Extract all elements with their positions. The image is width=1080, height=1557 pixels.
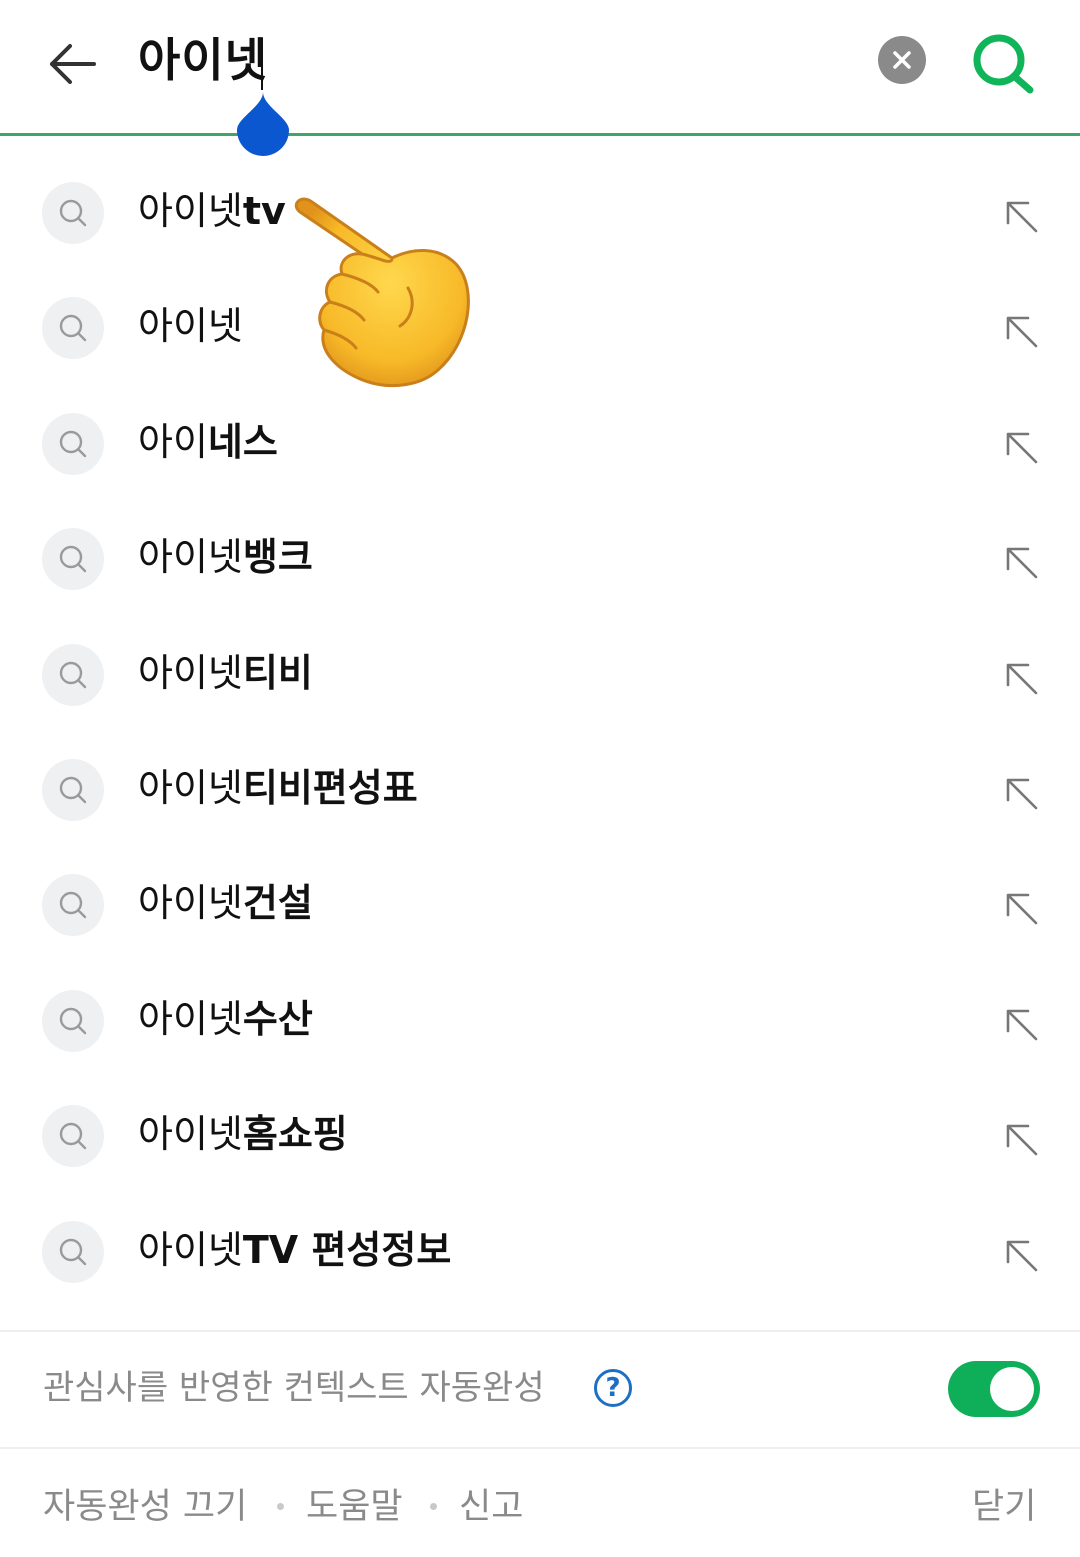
suggestion-label: 아이넷TV 편성정보 <box>138 1227 452 1272</box>
arrow-up-left-icon <box>1006 1009 1038 1041</box>
suggestion-label: 아이넷홈쇼핑 <box>138 1112 348 1157</box>
search-icon <box>42 1105 104 1168</box>
separator-dot <box>430 1503 437 1510</box>
arrow-left-icon <box>50 44 96 84</box>
search-submit-button[interactable] <box>970 30 1036 96</box>
toggle-knob <box>990 1367 1034 1411</box>
suggestion-label: 아이넷수산 <box>138 996 313 1041</box>
suggestion-item[interactable]: 아이넷수산 <box>0 963 1080 1078</box>
suggestion-item[interactable]: 아이넷 <box>0 270 1080 385</box>
clear-button[interactable] <box>878 36 926 84</box>
separator-dot <box>277 1503 284 1510</box>
arrow-up-left-icon <box>1006 663 1038 694</box>
fill-query-button[interactable] <box>996 306 1046 356</box>
fill-query-button[interactable] <box>996 768 1046 818</box>
fill-query-button[interactable] <box>996 537 1046 587</box>
search-icon <box>973 34 1034 94</box>
context-autocomplete-toggle[interactable] <box>948 1361 1040 1417</box>
suggestion-item[interactable]: 아이넷tv <box>0 155 1080 270</box>
search-input[interactable]: 아이넷 <box>138 28 268 92</box>
arrow-up-left-icon <box>1006 1124 1038 1156</box>
arrow-up-left-icon <box>1006 778 1038 810</box>
suggestion-item[interactable]: 아이넷건설 <box>0 847 1080 962</box>
context-autocomplete-row: 관심사를 반영한 컨텍스트 자동완성 ? <box>0 1332 1080 1448</box>
help-icon[interactable]: ? <box>594 1369 632 1407</box>
fill-query-button[interactable] <box>996 422 1046 472</box>
footer: 자동완성 끄기 도움말 신고 닫기 <box>0 1449 1080 1557</box>
suggestion-label: 아이네스 <box>138 419 278 464</box>
fill-query-button[interactable] <box>996 1230 1046 1280</box>
suggestion-label: 아이넷뱅크 <box>138 535 313 580</box>
context-autocomplete-label: 관심사를 반영한 컨텍스트 자동완성 <box>43 1368 545 1408</box>
back-button[interactable] <box>44 36 100 92</box>
suggestion-label: 아이넷티비 <box>138 650 313 695</box>
report-link[interactable]: 신고 <box>459 1481 523 1533</box>
search-icon <box>42 528 104 591</box>
search-icon <box>42 874 104 937</box>
suggestion-item[interactable]: 아이네스 <box>0 386 1080 501</box>
suggestion-item[interactable]: 아이넷TV 편성정보 <box>0 1194 1080 1309</box>
search-icon <box>42 182 104 244</box>
search-icon <box>42 989 104 1052</box>
search-icon <box>42 758 104 821</box>
search-icon <box>42 643 104 706</box>
search-icon <box>42 412 104 475</box>
fill-query-button[interactable] <box>996 191 1046 241</box>
close-link[interactable]: 닫기 <box>972 1481 1036 1533</box>
autocomplete-off-link[interactable]: 자동완성 끄기 <box>43 1481 247 1533</box>
arrow-up-left-icon <box>1006 317 1038 348</box>
search-icon <box>42 297 104 360</box>
text-cursor <box>261 38 263 90</box>
suggestion-item[interactable]: 아이넷뱅크 <box>0 501 1080 616</box>
suggestion-item[interactable]: 아이넷티비 <box>0 617 1080 732</box>
cursor-handle-icon[interactable] <box>235 92 291 156</box>
fill-query-button[interactable] <box>996 1114 1046 1164</box>
suggestion-label: 아이넷 <box>138 304 243 349</box>
arrow-up-left-icon <box>1006 1240 1038 1271</box>
suggestion-label: 아이넷건설 <box>138 881 313 926</box>
arrow-up-left-icon <box>1006 201 1038 233</box>
close-icon <box>893 51 911 69</box>
arrow-up-left-icon <box>1006 894 1038 925</box>
suggestion-item[interactable]: 아이넷티비편성표 <box>0 732 1080 847</box>
fill-query-button[interactable] <box>996 999 1046 1049</box>
suggestion-list: 아이넷tv 아이넷 아이네스 아이넷뱅크 아이넷티비 아이넷티비편성표 아이넷건… <box>0 155 1080 1309</box>
suggestion-item[interactable]: 아이넷홈쇼핑 <box>0 1078 1080 1193</box>
help-link[interactable]: 도움말 <box>306 1481 403 1533</box>
suggestion-label: 아이넷티비편성표 <box>138 765 418 810</box>
arrow-up-left-icon <box>1006 432 1038 464</box>
search-bar: 아이넷 <box>0 0 1080 156</box>
fill-query-button[interactable] <box>996 653 1046 703</box>
fill-query-button[interactable] <box>996 883 1046 933</box>
arrow-up-left-icon <box>1006 547 1038 579</box>
suggestion-label: 아이넷tv <box>138 189 286 233</box>
search-icon <box>42 1220 104 1283</box>
